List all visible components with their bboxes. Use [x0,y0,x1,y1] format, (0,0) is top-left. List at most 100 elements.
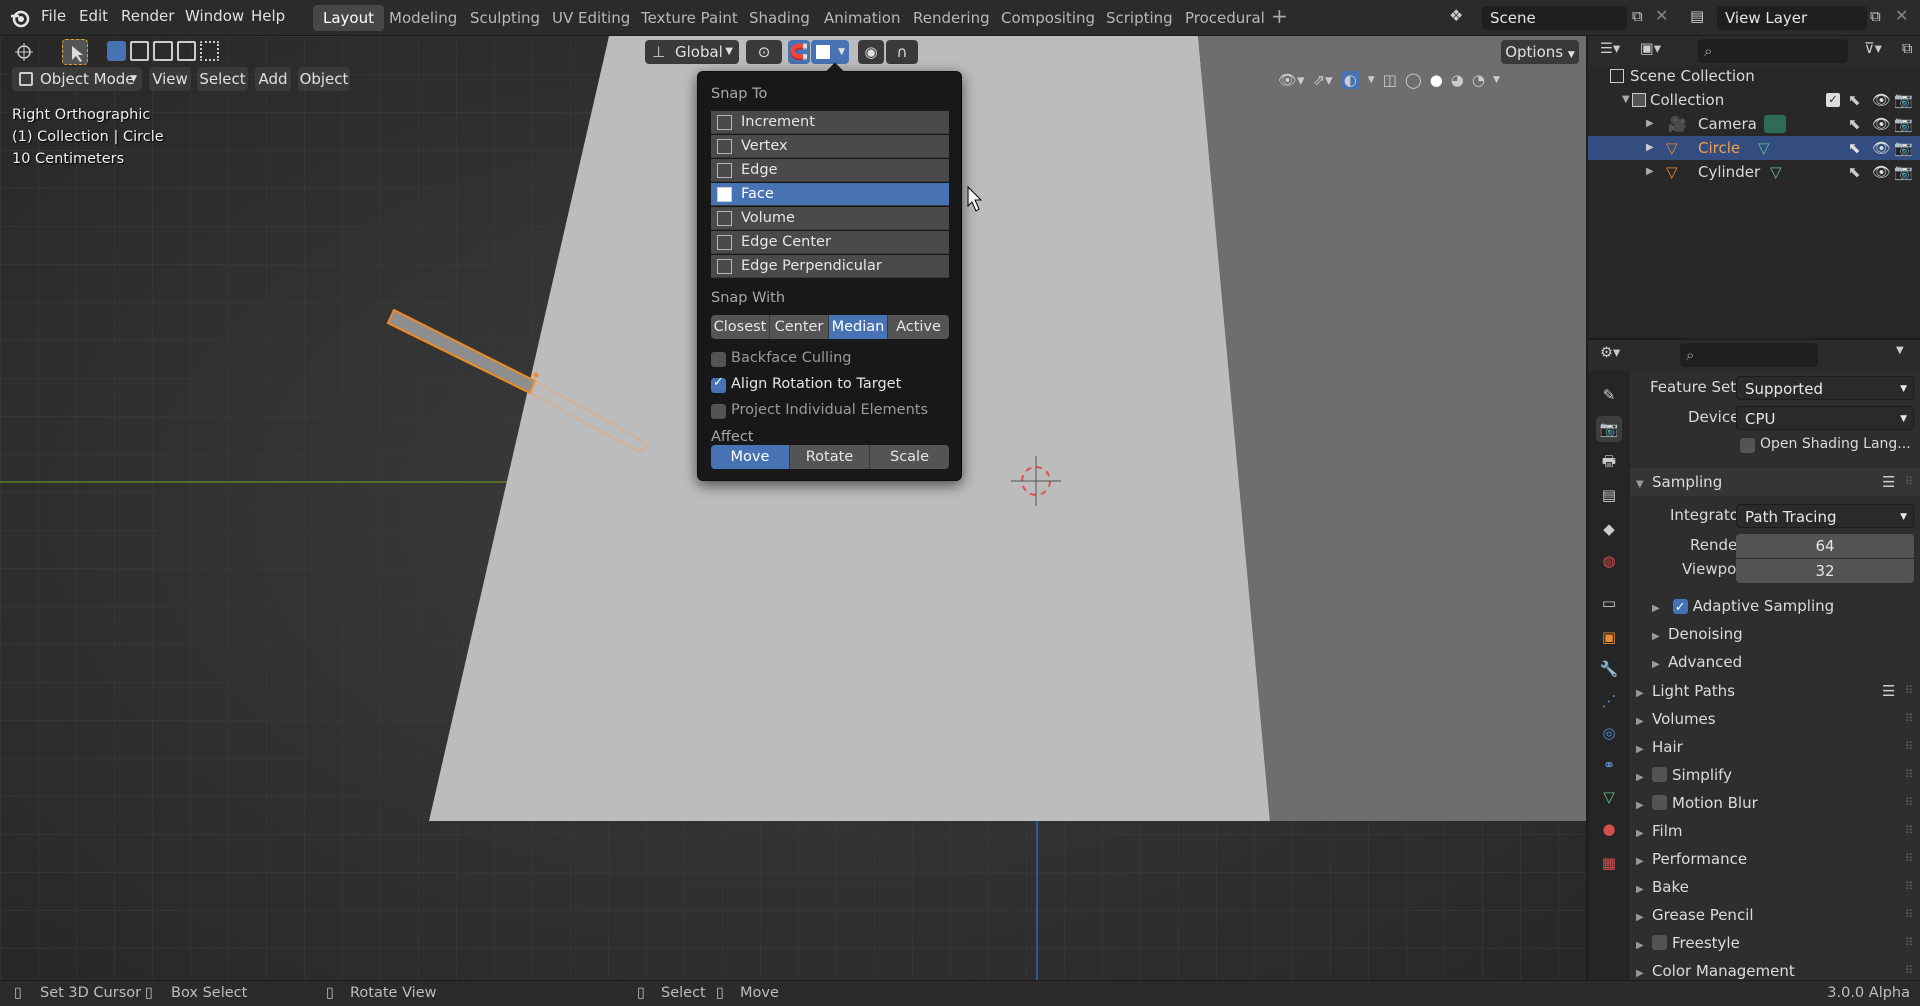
object-tab-icon[interactable]: ▣ [1596,624,1622,650]
outliner-item-circle[interactable]: ▶ ▽ Circle ▽ ⬉ 👁 📷 [1588,136,1920,160]
outliner-search-input[interactable]: ⌕ [1698,39,1848,63]
panel-film[interactable]: ▶ Film ⠿ [1636,817,1920,845]
motion-blur-checkbox[interactable] [1652,795,1667,810]
affect-move[interactable]: Move [711,445,790,469]
blender-logo-icon[interactable] [9,7,31,29]
transform-orientation-dropdown[interactable]: ⊥ Global ▼ [645,40,739,64]
snap-with-closest[interactable]: Closest [711,315,770,339]
render-camera-icon[interactable]: 📷 [1894,112,1913,136]
subpanel-advanced[interactable]: ▶ Advanced [1652,650,1920,674]
select-extend-icon[interactable] [130,41,150,61]
filter-icon[interactable]: ⊽▾ [1864,41,1882,57]
affect-rotate[interactable]: Rotate [790,445,870,469]
snap-with-median[interactable]: Median [829,315,888,339]
project-individual-checkbox[interactable] [711,404,726,419]
tab-sculpting[interactable]: Sculpting [460,5,550,31]
collection-row[interactable]: ▼ Collection ✓ ⬉ 👁 📷 [1588,88,1920,112]
panel-light-paths[interactable]: ▶ Light Paths ☰ ⠿ [1636,677,1920,705]
presets-icon[interactable]: ☰ [1882,677,1895,705]
collection-tab-icon[interactable]: ▭ [1596,590,1622,616]
tab-texture-paint[interactable]: Texture Paint [631,5,748,31]
render-tab-icon[interactable]: 📷 [1596,416,1622,442]
snap-to-increment[interactable]: Increment [711,111,949,134]
viewport-samples-field[interactable]: 32 [1736,559,1914,583]
snap-to-vertex[interactable]: Vertex [711,135,949,158]
snap-to-edge-center[interactable]: Edge Center [711,231,949,254]
panel-bake[interactable]: ▶ Bake ⠿ [1636,873,1920,901]
menu-help[interactable]: Help [251,7,285,25]
select-intersect-icon[interactable] [199,41,219,61]
tab-modeling[interactable]: Modeling [379,5,467,31]
select-new-icon[interactable] [107,41,127,61]
particles-tab-icon[interactable]: ⋰ [1596,688,1622,714]
menu-window[interactable]: Window [185,7,244,25]
tab-uv-editing[interactable]: UV Editing [542,5,640,31]
outliner-editor-icon[interactable]: ☰▾ [1600,41,1620,57]
view-layer-icon[interactable]: ▤ [1690,7,1704,25]
snap-to-volume[interactable]: Volume [711,207,949,230]
wireframe-shading-icon[interactable]: ◯ [1405,71,1422,89]
snap-with-center[interactable]: Center [770,315,829,339]
selectable-icon[interactable]: ⬉ [1848,136,1861,160]
panel-simplify[interactable]: ▶ Simplify ⠿ [1636,761,1920,789]
expand-cylinder-icon[interactable]: ▶ [1646,160,1654,184]
editor-type-icon[interactable] [10,40,40,64]
view-layer-tab-icon[interactable]: ▤ [1596,482,1622,508]
material-tab-icon[interactable]: ● [1596,816,1622,842]
pivot-point-dropdown[interactable]: ⊙ [746,40,782,64]
panel-performance[interactable]: ▶ Performance ⠿ [1636,845,1920,873]
integrator-dropdown[interactable]: Path Tracing ▼ [1736,504,1914,528]
snap-target-dropdown[interactable]: ▼ [811,40,849,64]
tool-tab-icon[interactable]: ✎ [1596,382,1622,408]
affect-scale[interactable]: Scale [870,445,949,469]
render-camera-icon[interactable]: 📷 [1894,160,1913,184]
solid-shading-icon[interactable]: ● [1430,71,1443,89]
physics-tab-icon[interactable]: ◎ [1596,720,1622,746]
visibility-eye-icon[interactable]: 👁 [1872,160,1891,184]
tool-select-icon[interactable] [62,39,88,65]
snap-with-active[interactable]: Active [888,315,949,339]
new-collection-icon[interactable]: ⧉ [1902,41,1912,57]
tab-procedural[interactable]: Procedural [1175,5,1275,31]
overlays-icon[interactable]: ◐ [1340,71,1360,89]
menu-file[interactable]: File [41,7,66,25]
expand-collection-icon[interactable]: ▼ [1622,88,1630,112]
visibility-icon[interactable]: 👁▾ [1278,71,1305,89]
camera-data-icon[interactable] [1764,115,1786,133]
freestyle-checkbox[interactable] [1652,935,1667,950]
outliner-item-cylinder[interactable]: ▶ ▽ Cylinder ▽ ⬉ 👁 📷 [1588,160,1920,184]
render-camera-icon[interactable]: 📷 [1894,88,1913,112]
proportional-edit-icon[interactable]: ◉ [858,40,884,64]
selectable-icon[interactable]: ⬉ [1848,88,1861,112]
render-samples-field[interactable]: 64 [1736,534,1914,558]
delete-view-layer-icon[interactable]: ✕ [1895,6,1908,25]
panel-volumes[interactable]: ▶ Volumes ⠿ [1636,705,1920,733]
properties-editor-icon[interactable]: ⚙▾ [1600,345,1620,361]
mesh-data-icon[interactable]: ▽ [1758,136,1770,160]
new-view-layer-icon[interactable]: ⧉ [1870,7,1881,25]
panel-grease-pencil[interactable]: ▶ Grease Pencil ⠿ [1636,901,1920,929]
snap-toggle-icon[interactable]: 🧲 [788,40,810,64]
data-tab-icon[interactable]: ▽ [1596,784,1622,810]
osl-checkbox[interactable] [1740,438,1755,453]
scene-selector-icon[interactable]: ❖ [1449,6,1477,30]
options-dropdown[interactable]: Options ▼ [1501,40,1579,64]
adaptive-sampling-checkbox[interactable] [1672,596,1688,620]
tab-animation[interactable]: Animation [814,5,910,31]
proportional-falloff-icon[interactable]: ∩ [886,40,918,64]
subpanel-adaptive-sampling[interactable]: ▶ Adaptive Sampling [1652,594,1920,620]
tab-layout[interactable]: Layout [313,5,384,31]
scene-name-field[interactable]: Scene [1482,6,1627,30]
tab-shading[interactable]: Shading [739,5,820,31]
menu-render[interactable]: Render [121,7,174,25]
material-shading-icon[interactable]: ◕ [1451,71,1464,89]
scene-tab-icon[interactable]: ◆ [1596,516,1622,542]
tab-scripting[interactable]: Scripting [1096,5,1183,31]
mesh-data-icon[interactable]: ▽ [1770,160,1782,184]
tab-compositing[interactable]: Compositing [991,5,1105,31]
tab-rendering[interactable]: Rendering [903,5,1000,31]
selectable-icon[interactable]: ⬉ [1848,112,1861,136]
world-tab-icon[interactable]: ◍ [1596,548,1622,574]
feature-set-dropdown[interactable]: Supported ▼ [1736,376,1914,400]
add-workspace-button[interactable]: + [1271,4,1288,28]
